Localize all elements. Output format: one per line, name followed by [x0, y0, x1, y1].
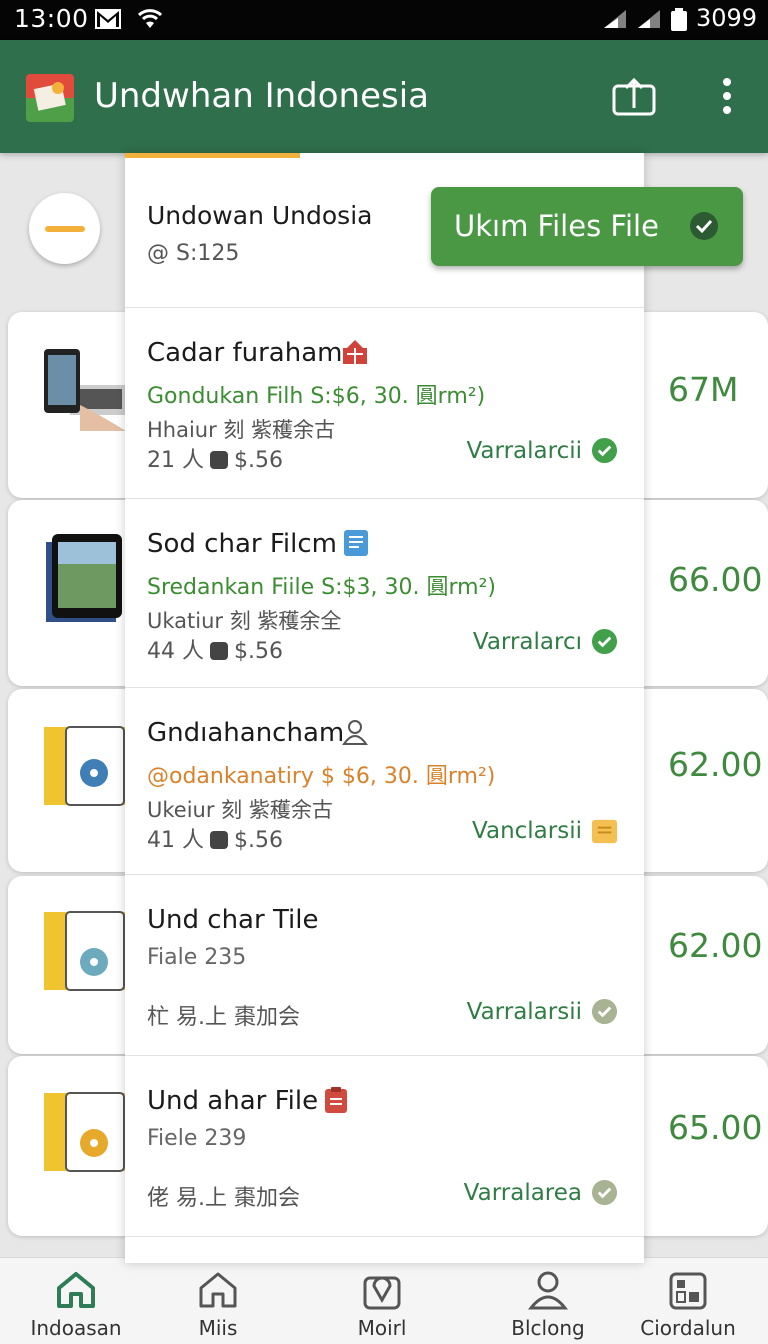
person-icon: [527, 1271, 569, 1310]
nav-label: Blclong: [511, 1316, 585, 1340]
tag-icon: [210, 451, 228, 469]
mail-icon: [94, 8, 122, 34]
list-item[interactable]: Cadar furaham Gondukan Filh S:$6, 30. 圓r…: [125, 308, 644, 499]
nav-item-blclong[interactable]: Blclong: [476, 1258, 620, 1344]
item-meta: 杧 易.上 棗加会: [147, 1005, 300, 1030]
clipboard-icon: [323, 1086, 349, 1118]
nav-item-indoasan[interactable]: Indoasan: [0, 1258, 152, 1344]
app-bar: Undwhan Indonesia: [0, 40, 768, 153]
item-title: Und ahar File: [147, 1086, 319, 1116]
item-meta: Ukeiur 刻 紫穫余古: [147, 798, 333, 822]
item-count: 41 人: [147, 828, 204, 853]
nav-item-ciordalun[interactable]: Ciordalun: [626, 1258, 750, 1344]
list-item[interactable]: Und char Tile Fiale 235 杧 易.上 棗加会 Varral…: [125, 875, 644, 1056]
check-circle-icon: [591, 998, 618, 1025]
app-title: Undwhan Indonesia: [94, 76, 429, 116]
map-pin-icon: [363, 1276, 401, 1310]
panel-subtitle: @ S:125: [147, 241, 240, 266]
list-item[interactable]: Sod char Filcm Sredankan Fiile S:$3, 30.…: [125, 499, 644, 688]
item-count: 21 人: [147, 448, 204, 473]
file-list-panel: Undowan Undosia @ S:125 Cadar furaham Go…: [125, 153, 644, 1263]
item-title: Gndıahancham: [147, 718, 345, 748]
battery-level: 3099: [696, 4, 758, 32]
minus-icon: [45, 226, 85, 232]
item-title: Cadar furaham: [147, 338, 343, 368]
wifi-icon: [136, 6, 164, 34]
home-outline-icon: [199, 1272, 237, 1308]
check-circle-icon: [591, 437, 618, 464]
item-title: Und char Tile: [147, 905, 319, 935]
check-circle-icon: [591, 1179, 618, 1206]
nav-label: Moirl: [357, 1316, 407, 1340]
nav-item-miis[interactable]: Miis: [152, 1258, 284, 1344]
nav-label: Indoasan: [30, 1316, 122, 1340]
list-item[interactable]: Und ahar File Fiele 239 佬 易.上 棗加会 Varral…: [125, 1056, 644, 1237]
tag-icon: [210, 831, 228, 849]
item-subtitle: @odankanatiry $ $6, 30. 圓rm²): [147, 764, 496, 789]
document-icon: [343, 529, 369, 561]
panel-title: Undowan Undosia: [147, 201, 373, 230]
check-circle-icon: [689, 211, 719, 248]
nav-item-moirl[interactable]: Moirl: [310, 1258, 454, 1344]
item-title: Sod char Filcm: [147, 529, 337, 559]
app-logo: [26, 74, 74, 122]
item-price-small: $.56: [234, 448, 283, 473]
signal-icon: [602, 8, 628, 34]
signal-icon-2: [636, 8, 662, 34]
item-meta: Hhaiur 刻 紫穫余古: [147, 418, 336, 442]
tag-icon: [210, 642, 228, 660]
folder-icon: [591, 819, 618, 844]
home-icon: [57, 1272, 95, 1308]
collapse-button[interactable]: [29, 193, 100, 264]
battery-icon: [670, 8, 688, 36]
gift-icon: [341, 338, 369, 370]
list-item[interactable]: Gndıahancham @odankanatiry $ $6, 30. 圓rm…: [125, 688, 644, 875]
item-status: Varralarea: [463, 1180, 582, 1206]
share-icon[interactable]: [612, 77, 656, 120]
item-meta: 佬 易.上 棗加会: [147, 1186, 300, 1211]
person-outline-icon: [341, 718, 369, 750]
item-status: Varralarsii: [466, 999, 582, 1025]
nav-label: Miis: [198, 1316, 238, 1340]
status-time: 13:00: [14, 4, 89, 33]
more-options-icon[interactable]: [716, 76, 738, 120]
disc-case-thumbnail: [44, 911, 126, 991]
disc-case-thumbnail: [44, 726, 126, 806]
bottom-navigation: Indoasan Miis Moirl Blclong Ciordalun: [0, 1257, 768, 1344]
item-price: 67M: [668, 370, 739, 409]
item-status: Vanclarsii: [472, 818, 582, 844]
item-price: 62.00: [668, 926, 763, 965]
item-meta-line: 41 人 $.56: [147, 822, 283, 854]
item-price: 62.00: [668, 745, 763, 784]
tablet-laptop-thumbnail: [44, 349, 126, 431]
disc-case-thumbnail: [44, 1092, 126, 1172]
item-status: Varralarcı: [472, 629, 582, 655]
upload-files-button[interactable]: Ukım Files File: [431, 187, 743, 266]
storefront-icon: [669, 1272, 707, 1310]
item-subtitle: Fiele 239: [147, 1126, 247, 1151]
item-subtitle: Fiale 235: [147, 945, 247, 970]
item-status: Varralarcii: [466, 438, 582, 464]
item-subtitle: Gondukan Filh S:$6, 30. 圓rm²): [147, 384, 486, 409]
tablet-thumbnail: [46, 534, 122, 622]
status-bar: 13:00 3099: [0, 0, 768, 40]
item-subtitle: Sredankan Fiile S:$3, 30. 圓rm²): [147, 575, 496, 600]
item-meta-line: 21 人 $.56: [147, 442, 283, 474]
upload-files-label: Ukım Files File: [454, 209, 659, 243]
item-count: 44 人: [147, 639, 204, 664]
item-price: 66.00: [668, 560, 763, 599]
item-meta-line: 44 人 $.56: [147, 633, 283, 665]
item-meta: Ukatiur 刻 紫穫余全: [147, 609, 342, 633]
item-price: 65.00: [668, 1108, 763, 1147]
item-price-small: $.56: [234, 828, 283, 853]
check-circle-icon: [591, 628, 618, 655]
item-price-small: $.56: [234, 639, 283, 664]
nav-label: Ciordalun: [640, 1316, 736, 1340]
